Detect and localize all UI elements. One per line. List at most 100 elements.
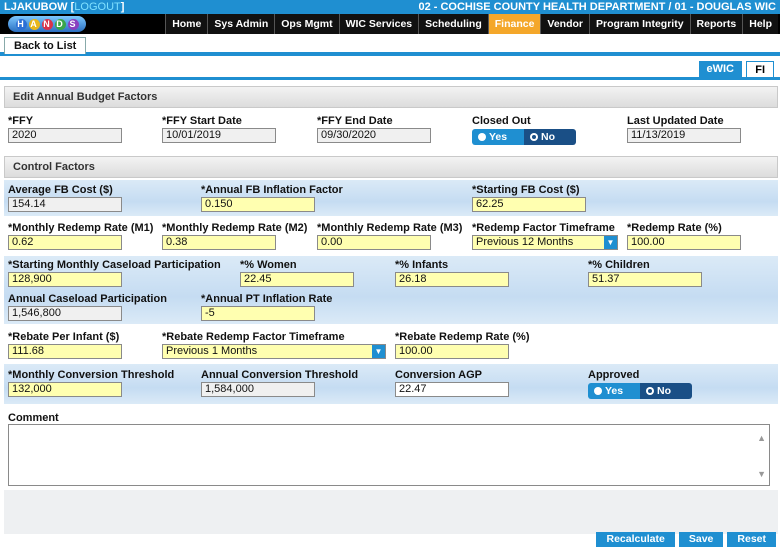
save-button[interactable]: Save	[678, 532, 724, 547]
fi-toggle[interactable]: FI	[746, 61, 774, 78]
chevron-down-icon[interactable]: ▼	[372, 345, 385, 358]
redemp-rate-input[interactable]: 100.00	[627, 235, 741, 250]
annual-caseload-input: 1,546,800	[8, 306, 122, 321]
m2-field: *Monthly Redemp Rate (M2) 0.38	[162, 222, 307, 250]
nav-vendor[interactable]: Vendor	[540, 14, 590, 34]
closed-yes-radio[interactable]: Yes	[472, 129, 524, 145]
nav-wic-services[interactable]: WIC Services	[338, 14, 419, 34]
approved-yes-radio[interactable]: Yes	[588, 383, 640, 399]
children-input[interactable]: 51.37	[588, 272, 702, 287]
rebate-timeframe-select[interactable]: Previous 1 Months ▼	[162, 344, 386, 359]
pt-infl-label: *Annual PT Inflation Rate	[201, 293, 333, 305]
last-updated-label: Last Updated Date	[627, 115, 724, 127]
women-input[interactable]: 22.45	[240, 272, 354, 287]
approved-yes-label: Yes	[605, 385, 624, 397]
nav-program-integrity[interactable]: Program Integrity	[589, 14, 690, 34]
nav-help[interactable]: Help	[742, 14, 778, 34]
avg-fb-field: Average FB Cost ($) 154.14	[8, 184, 122, 212]
start-fb-input[interactable]: 62.25	[472, 197, 586, 212]
username-bracket: ]	[120, 1, 125, 13]
scroll-down-icon[interactable]: ▼	[757, 469, 766, 479]
monthly-conv-field: *Monthly Conversion Threshold 132,000	[8, 369, 174, 397]
annual-conv-field: Annual Conversion Threshold 1,584,000	[201, 369, 358, 397]
annual-infl-label: *Annual FB Inflation Factor	[201, 184, 343, 196]
user-info: LJAKUBOW [LOGOUT]	[4, 0, 124, 14]
m2-input[interactable]: 0.38	[162, 235, 276, 250]
approved-label: Approved	[588, 369, 640, 381]
reset-button[interactable]: Reset	[727, 532, 776, 547]
logo-letter: S	[67, 18, 79, 30]
redemp-timeframe-label: *Redemp Factor Timeframe	[472, 222, 615, 234]
monthly-conv-input[interactable]: 132,000	[8, 382, 122, 397]
start-fb-label: *Starting FB Cost ($)	[472, 184, 580, 196]
m2-label: *Monthly Redemp Rate (M2)	[162, 222, 308, 234]
pt-infl-input[interactable]: -5	[201, 306, 315, 321]
comment-textarea[interactable]: ▲ ▼	[8, 424, 770, 486]
caseload-field: *Starting Monthly Caseload Participation…	[8, 259, 221, 287]
women-label: *% Women	[240, 259, 297, 271]
rebate-infant-field: *Rebate Per Infant ($) 111.68	[8, 331, 122, 359]
infants-input[interactable]: 26.18	[395, 272, 509, 287]
rebate-rate-input[interactable]: 100.00	[395, 344, 509, 359]
conv-agp-field: Conversion AGP 22.47	[395, 369, 509, 397]
nav-finance[interactable]: Finance	[487, 14, 541, 34]
m1-input[interactable]: 0.62	[8, 235, 122, 250]
caseload-input[interactable]: 128,900	[8, 272, 122, 287]
radio-dot-icon	[478, 133, 486, 141]
avg-fb-input: 154.14	[8, 197, 122, 212]
rebate-timeframe-label: *Rebate Redemp Factor Timeframe	[162, 331, 345, 343]
nav-scheduling[interactable]: Scheduling	[418, 14, 488, 34]
m1-field: *Monthly Redemp Rate (M1) 0.62	[8, 222, 153, 250]
approved-no-label: No	[657, 385, 671, 397]
annual-infl-input[interactable]: 0.150	[201, 197, 315, 212]
ffy-input[interactable]: 2020	[8, 128, 122, 143]
redemp-timeframe-select[interactable]: Previous 12 Months ▼	[472, 235, 618, 250]
scroll-up-icon[interactable]: ▲	[757, 433, 766, 443]
ewic-toggle[interactable]: eWIC	[698, 61, 742, 78]
closed-yes-label: Yes	[489, 131, 508, 143]
ffy-start-field: *FFY Start Date 10/01/2019	[162, 115, 276, 143]
logo-letter: A	[28, 18, 40, 30]
footer-area	[4, 490, 778, 534]
logout-link[interactable]: LOGOUT	[74, 1, 120, 13]
infants-label: *% Infants	[395, 259, 449, 271]
back-to-list-button[interactable]: Back to List	[4, 37, 87, 54]
top-status-bar: LJAKUBOW [LOGOUT] 02 - COCHISE COUNTY HE…	[0, 0, 780, 14]
rebate-rate-label: *Rebate Redemp Rate (%)	[395, 331, 530, 343]
mode-toggle-row: eWIC FI	[0, 58, 780, 80]
avg-fb-label: Average FB Cost ($)	[8, 184, 113, 196]
rebate-infant-label: *Rebate Per Infant ($)	[8, 331, 120, 343]
infants-field: *% Infants 26.18	[395, 259, 509, 287]
rebate-infant-input[interactable]: 111.68	[8, 344, 122, 359]
annual-conv-input: 1,584,000	[201, 382, 315, 397]
nav-reports[interactable]: Reports	[689, 14, 743, 34]
rebate-rate-field: *Rebate Redemp Rate (%) 100.00	[395, 331, 529, 359]
closed-no-radio[interactable]: No	[524, 129, 576, 145]
nav-sys-admin[interactable]: Sys Admin	[207, 14, 275, 34]
rebate-timeframe-field: *Rebate Redemp Factor Timeframe Previous…	[162, 331, 386, 359]
m3-field: *Monthly Redemp Rate (M3) 0.00	[317, 222, 462, 250]
radio-dot-icon	[594, 387, 602, 395]
redemp-rate-field: *Redemp Rate (%) 100.00	[627, 222, 741, 250]
approved-no-radio[interactable]: No	[640, 383, 692, 399]
m1-label: *Monthly Redemp Rate (M1)	[8, 222, 154, 234]
username: LJAKUBOW [	[4, 1, 75, 13]
conv-agp-input[interactable]: 22.47	[395, 382, 509, 397]
redemp-timeframe-field: *Redemp Factor Timeframe Previous 12 Mon…	[472, 222, 618, 250]
nav-ops-mgmt[interactable]: Ops Mgmt	[274, 14, 339, 34]
comment-label: Comment	[8, 412, 59, 424]
m3-input[interactable]: 0.00	[317, 235, 431, 250]
ffy-start-label: *FFY Start Date	[162, 115, 242, 127]
logo-letter: N	[41, 18, 53, 30]
conversion-row: *Monthly Conversion Threshold 132,000 An…	[4, 364, 778, 404]
ffy-end-input[interactable]: 09/30/2020	[317, 128, 431, 143]
ffy-end-label: *FFY End Date	[317, 115, 393, 127]
pt-infl-field: *Annual PT Inflation Rate -5	[201, 293, 332, 321]
chevron-down-icon[interactable]: ▼	[604, 236, 617, 249]
annual-caseload-label: Annual Caseload Participation	[8, 293, 167, 305]
recalculate-button[interactable]: Recalculate	[596, 532, 675, 547]
ffy-start-input[interactable]: 10/01/2019	[162, 128, 276, 143]
closed-out-label: Closed Out	[472, 115, 531, 127]
nav-home[interactable]: Home	[165, 14, 208, 34]
fb-cost-row: Average FB Cost ($) 154.14 *Annual FB In…	[4, 180, 778, 216]
